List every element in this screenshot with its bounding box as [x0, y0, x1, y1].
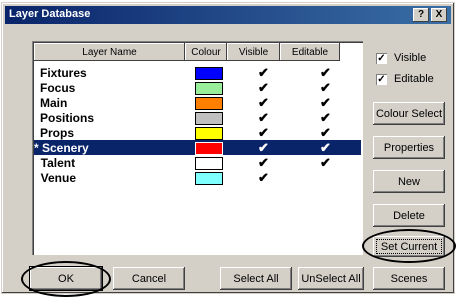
editable-check[interactable]: ✔ [320, 110, 331, 126]
set-current-highlight-oval [362, 229, 456, 263]
layer-row[interactable]: Main ✔ ✔ [34, 95, 361, 110]
editable-checkbox-label[interactable]: Editable [394, 73, 434, 85]
select-all-button[interactable]: Select All [220, 267, 292, 290]
visible-check[interactable]: ✔ [258, 80, 269, 96]
title-bar: Layer Database ? X [5, 6, 451, 24]
colour-swatch[interactable] [195, 67, 223, 80]
cancel-button[interactable]: Cancel [113, 267, 185, 290]
layer-name: Props [40, 126, 75, 140]
scenes-button[interactable]: Scenes [373, 267, 445, 290]
colour-swatch[interactable] [195, 127, 223, 140]
editable-check[interactable]: ✔ [320, 65, 331, 81]
editable-check[interactable]: ✔ [320, 140, 331, 156]
layer-list[interactable]: Layer Name Colour Visible Editable Fixtu… [32, 41, 363, 255]
editable-checkbox[interactable]: ✓ [376, 74, 387, 85]
layer-name: Talent [34, 156, 76, 170]
layer-name: Venue [34, 171, 77, 185]
layer-row[interactable]: Props ✔ ✔ [34, 125, 361, 140]
help-button[interactable]: ? [413, 8, 429, 22]
layer-name: Focus [40, 81, 76, 95]
close-button[interactable]: X [431, 8, 447, 22]
visible-check[interactable]: ✔ [258, 65, 269, 81]
layer-row[interactable]: Talent ✔ ✔ [34, 155, 361, 170]
editable-check[interactable]: ✔ [320, 80, 331, 96]
layer-row[interactable]: Venue ✔ [34, 170, 361, 185]
window-title: Layer Database [9, 8, 91, 20]
editable-check[interactable]: ✔ [320, 125, 331, 141]
unselect-all-button[interactable]: UnSelect All [298, 267, 364, 290]
layer-row-selected[interactable]: * Scenery ✔ ✔ [34, 140, 361, 155]
visible-checkbox[interactable]: ✓ [376, 53, 387, 64]
visible-check[interactable]: ✔ [258, 110, 269, 126]
layer-name: * Scenery [34, 141, 89, 155]
visible-check[interactable]: ✔ [258, 155, 269, 171]
layer-name: Positions [40, 111, 95, 125]
layer-name: Fixtures [40, 66, 87, 80]
column-header-layer-name[interactable]: Layer Name [34, 43, 185, 61]
layer-name: Main [40, 96, 68, 110]
column-header-colour[interactable]: Colour [185, 43, 227, 61]
delete-button[interactable]: Delete [373, 204, 445, 227]
colour-select-button[interactable]: Colour Select [373, 102, 445, 125]
visible-check[interactable]: ✔ [258, 170, 269, 186]
colour-swatch[interactable] [195, 97, 223, 110]
colour-swatch[interactable] [195, 112, 223, 125]
ok-highlight-oval [21, 261, 111, 297]
visible-check[interactable]: ✔ [258, 140, 269, 156]
column-header-visible[interactable]: Visible [227, 43, 280, 61]
new-button[interactable]: New [373, 170, 445, 193]
visible-check[interactable]: ✔ [258, 125, 269, 141]
editable-check[interactable]: ✔ [320, 155, 331, 171]
colour-swatch[interactable] [195, 157, 223, 170]
colour-swatch[interactable] [195, 82, 223, 95]
visible-check[interactable]: ✔ [258, 95, 269, 111]
layer-row[interactable]: Focus ✔ ✔ [34, 80, 361, 95]
layer-row[interactable]: Fixtures ✔ ✔ [34, 65, 361, 80]
column-header-editable[interactable]: Editable [280, 43, 340, 61]
visible-checkbox-label[interactable]: Visible [394, 52, 426, 64]
colour-swatch[interactable] [195, 142, 223, 155]
editable-check[interactable]: ✔ [320, 95, 331, 111]
properties-button[interactable]: Properties [373, 136, 445, 159]
colour-swatch[interactable] [195, 172, 223, 185]
layer-row[interactable]: Positions ✔ ✔ [34, 110, 361, 125]
